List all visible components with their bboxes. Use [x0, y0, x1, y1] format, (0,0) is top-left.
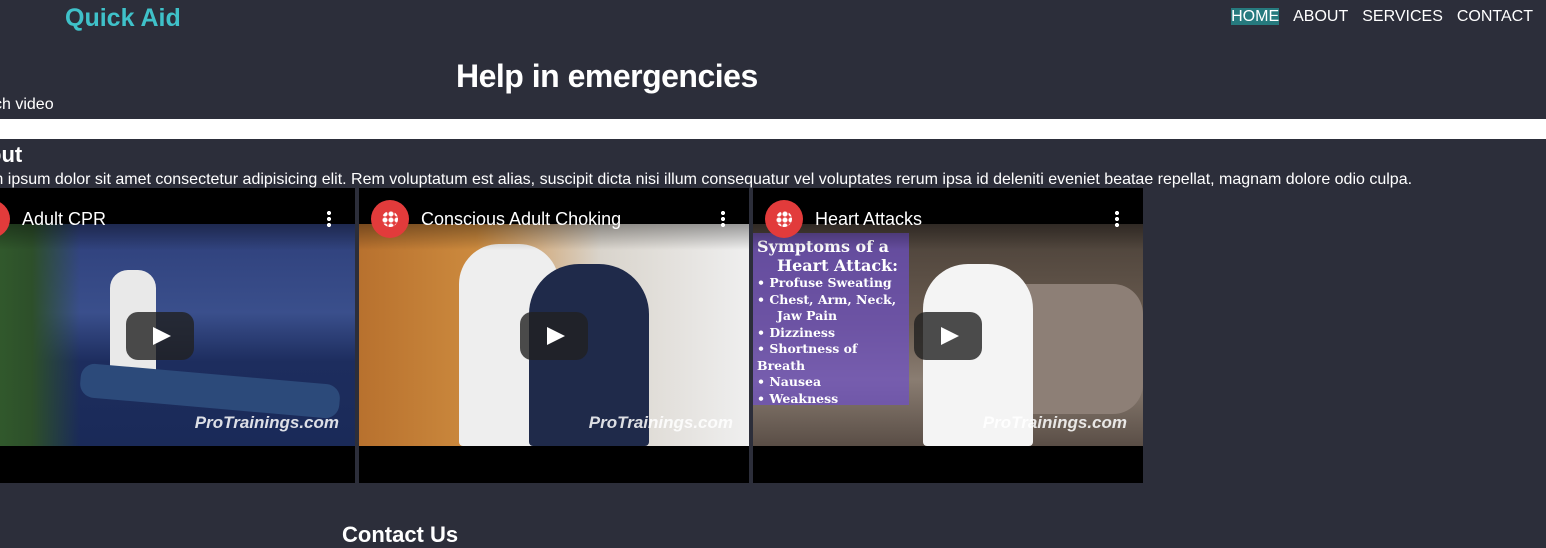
symptoms-heading-2: Heart Attack:: [777, 256, 899, 275]
about-text: m ipsum dolor sit amet consectetur adipi…: [0, 171, 1413, 188]
play-button-icon[interactable]: [126, 312, 194, 360]
symptom-item: Jaw Pain: [777, 308, 838, 323]
main-nav: HOME ABOUT SERVICES CONTACT: [1224, 7, 1540, 27]
watch-video-link[interactable]: ch video: [0, 96, 54, 114]
nav-services[interactable]: SERVICES: [1355, 7, 1450, 27]
symptom-item: • Profuse Sweating: [757, 275, 892, 290]
plant-shape: [0, 224, 80, 446]
video-title[interactable]: Heart Attacks: [815, 209, 922, 230]
video-watermark: ProTrainings.com: [588, 413, 733, 432]
hero-title: Help in emergencies: [456, 58, 758, 94]
more-options-icon[interactable]: [721, 210, 725, 228]
nav-home-label: HOME: [1231, 8, 1280, 25]
symptom-item: • Nausea: [757, 374, 822, 389]
video-topbar: [753, 188, 1143, 250]
nav-home[interactable]: HOME: [1224, 7, 1286, 27]
video-watermark: ProTrainings.com: [982, 413, 1127, 432]
channel-avatar-icon[interactable]: [765, 200, 803, 238]
nav-contact[interactable]: CONTACT: [1450, 7, 1540, 27]
video-title[interactable]: Adult CPR: [22, 209, 106, 230]
symptom-item: • Weakness: [757, 390, 839, 406]
symptoms-overlay: Symptoms of a Heart Attack: • Profuse Sw…: [753, 233, 909, 406]
video-embed-choking[interactable]: Conscious Adult Choking ProTrainings.com: [359, 188, 749, 483]
symptom-item: • Dizziness: [757, 324, 835, 340]
play-button-icon[interactable]: [520, 312, 588, 360]
more-options-icon[interactable]: [327, 210, 331, 228]
symptom-item: • Shortness of Breath: [757, 341, 858, 373]
contact-heading: Contact Us: [342, 522, 459, 547]
video-title[interactable]: Conscious Adult Choking: [421, 209, 621, 230]
symptom-item: • Chest, Arm, Neck,: [757, 291, 897, 307]
about-heading: out: [0, 142, 23, 167]
video-watermark: ProTrainings.com: [194, 413, 339, 432]
patient-shape: [79, 362, 341, 420]
nav-about[interactable]: ABOUT: [1286, 7, 1355, 27]
site-logo[interactable]: Quick Aid: [65, 4, 181, 33]
divider-band: [0, 119, 1546, 139]
channel-avatar-icon[interactable]: [371, 200, 409, 238]
video-embed-adult-cpr[interactable]: Adult CPR ProTrainings.com: [0, 188, 355, 483]
video-embed-heart-attacks[interactable]: Symptoms of a Heart Attack: • Profuse Sw…: [753, 188, 1143, 483]
more-options-icon[interactable]: [1115, 210, 1119, 228]
play-button-icon[interactable]: [914, 312, 982, 360]
